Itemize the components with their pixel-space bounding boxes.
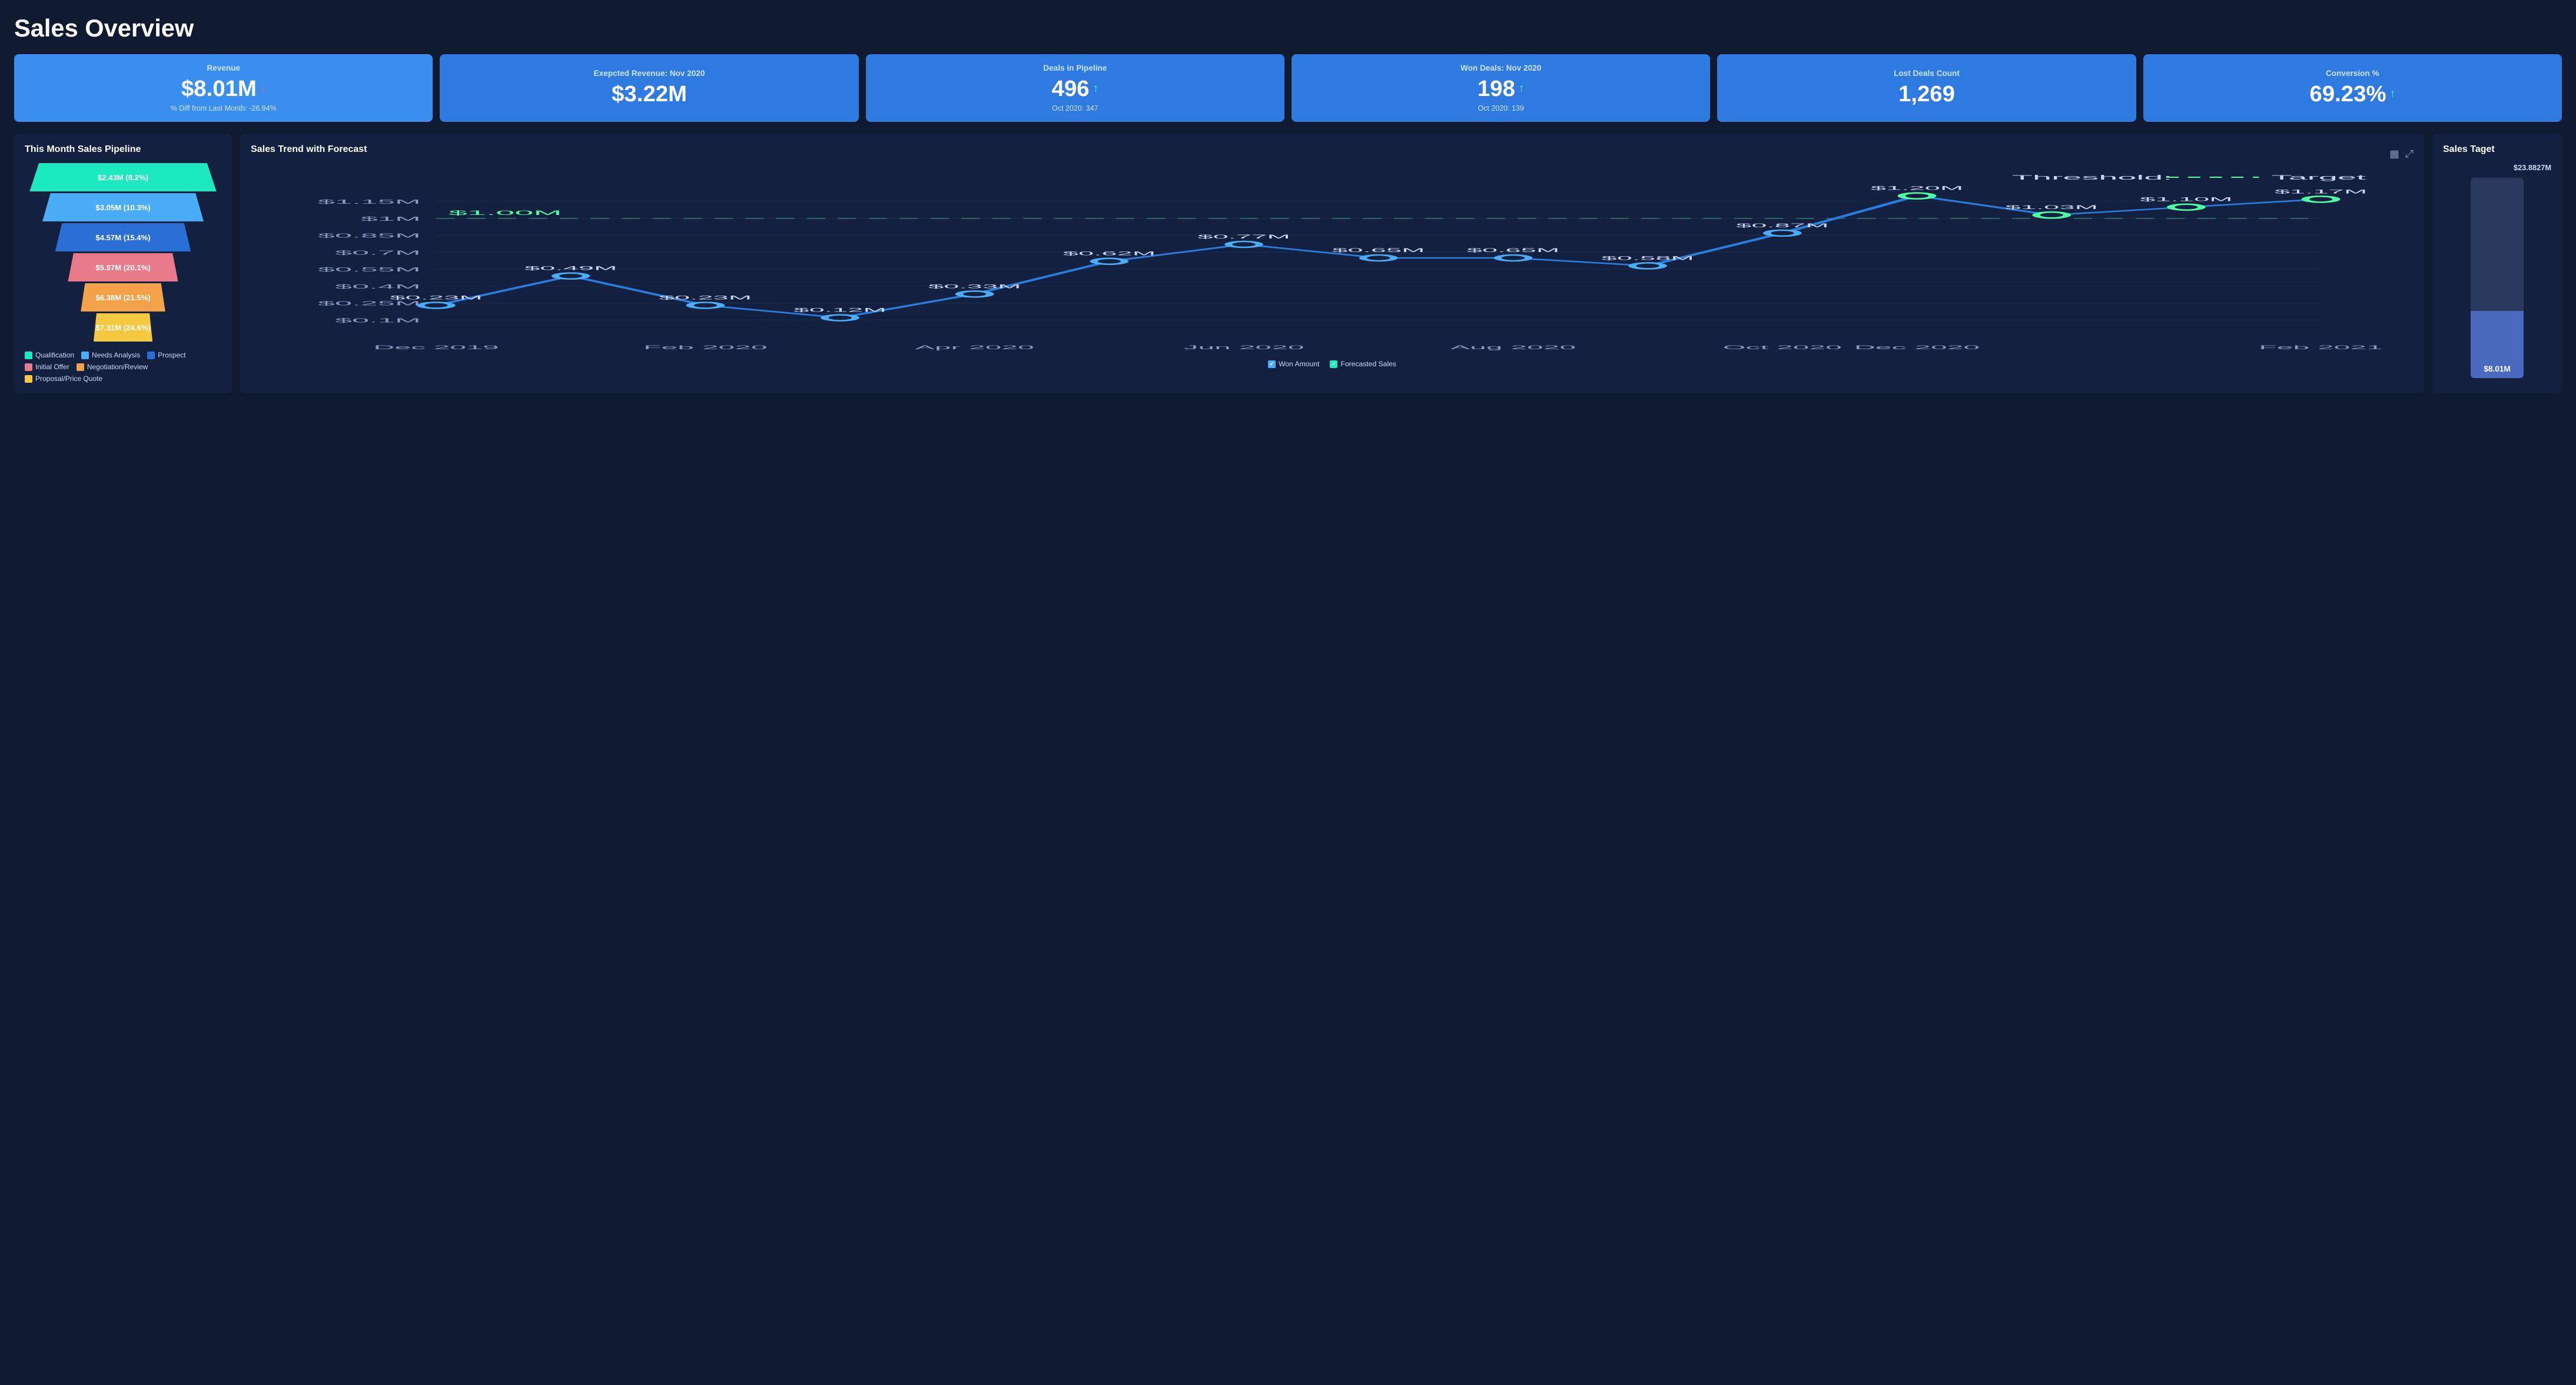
kpi-sub-won-deals: Oct 2020: 139: [1303, 104, 1698, 112]
svg-text:$0.23M: $0.23M: [390, 295, 483, 301]
bar-chart-icon[interactable]: ▦: [2389, 148, 2399, 160]
svg-text:$0.62M: $0.62M: [1063, 251, 1156, 257]
svg-text:Apr 2020: Apr 2020: [915, 344, 1034, 351]
main-row: This Month Sales Pipeline $2.43M (8.2%)$…: [14, 134, 2562, 393]
kpi-label-revenue: Revenue: [26, 64, 421, 72]
sales-target-panel: Sales Taget $23.8827M $8.01M: [2432, 134, 2562, 393]
trend-legend-item-0: ✓Won Amount: [1268, 360, 1319, 368]
arrow-up-icon-conversion: ↑: [2390, 88, 2396, 101]
svg-text:$0.77M: $0.77M: [1197, 234, 1290, 240]
trend-panel: Sales Trend with Forecast ▦ ⤢ $1.00M Thre…: [240, 134, 2424, 393]
kpi-card-won-deals: Won Deals: Nov 2020 198 ↑ Oct 2020: 139: [1292, 54, 1710, 122]
funnel-bar-4: $6.38M (21.5%): [81, 283, 165, 312]
funnel-panel-title: This Month Sales Pipeline: [25, 144, 221, 155]
funnel-bar-5: $7.31M (24.6%): [94, 313, 152, 342]
svg-text:$0.23M: $0.23M: [659, 295, 752, 301]
funnel-bar-0: $2.43M (8.2%): [29, 163, 216, 191]
svg-text:Threshold:: Threshold:: [2012, 174, 2173, 181]
trend-legend-item-1: ✓Forecasted Sales: [1330, 360, 1396, 368]
arrow-down-icon: ↓: [260, 82, 266, 95]
funnel-legend-item-3: Initial Offer: [25, 363, 69, 371]
sales-target-bar-bg: $8.01M: [2471, 178, 2524, 378]
kpi-label-won-deals: Won Deals: Nov 2020: [1303, 64, 1698, 72]
svg-text:Oct 2020: Oct 2020: [1723, 344, 1842, 351]
trend-chart-legend: ✓Won Amount ✓Forecasted Sales: [251, 360, 2414, 368]
svg-text:$1.00M: $1.00M: [449, 209, 562, 216]
kpi-card-deals-pipeline: Deals in Pipeline 496 ↑ Oct 2020: 347: [866, 54, 1284, 122]
kpi-value-lost-deals: 1,269: [1729, 81, 2124, 107]
funnel-legend-item-0: Qualification: [25, 351, 74, 359]
svg-text:$0.49M: $0.49M: [525, 266, 618, 271]
kpi-value-revenue: $8.01M ↓: [26, 76, 421, 102]
expand-icon[interactable]: ⤢: [2405, 148, 2414, 160]
kpi-value-won-deals: 198 ↑: [1303, 76, 1698, 102]
svg-text:$0.55M: $0.55M: [318, 266, 421, 273]
kpi-row: Revenue $8.01M ↓ % Diff from Last Month:…: [14, 54, 2562, 122]
svg-text:$0.65M: $0.65M: [1332, 247, 1425, 253]
trend-panel-header: Sales Trend with Forecast ▦ ⤢: [251, 144, 2414, 163]
svg-text:$0.7M: $0.7M: [335, 250, 421, 256]
funnel-chart: $2.43M (8.2%)$3.05M (10.3%)$4.57M (15.4%…: [25, 163, 221, 342]
kpi-sub-deals-pipeline: Oct 2020: 347: [878, 104, 1273, 112]
funnel-bar-1: $3.05M (10.3%): [42, 193, 204, 221]
kpi-card-conversion: Conversion % 69.23% ↑: [2143, 54, 2562, 122]
svg-text:Target: Target: [2272, 174, 2366, 181]
kpi-label-deals-pipeline: Deals in Pipeline: [878, 64, 1273, 72]
svg-text:$1.10M: $1.10M: [2140, 197, 2233, 203]
funnel-panel: This Month Sales Pipeline $2.43M (8.2%)$…: [14, 134, 232, 393]
funnel-bar-2: $4.57M (15.4%): [55, 223, 191, 251]
svg-text:$0.1M: $0.1M: [335, 317, 421, 324]
svg-text:$1.17M: $1.17M: [2275, 188, 2368, 194]
svg-text:Dec 2019: Dec 2019: [373, 344, 499, 351]
sales-target-amount: $23.8827M: [2443, 163, 2551, 172]
svg-text:Aug 2020: Aug 2020: [1450, 344, 1576, 351]
svg-text:Feb 2020: Feb 2020: [643, 344, 768, 351]
kpi-sub-revenue: % Diff from Last Month: -26.94%: [26, 104, 421, 112]
svg-text:$0.58M: $0.58M: [1601, 255, 1694, 261]
trend-chart-area: $1.00M Threshold: Target $0.1M $0.25M $0.4M $0…: [251, 167, 2414, 355]
svg-text:$1.03M: $1.03M: [2005, 204, 2098, 210]
kpi-label-expected-revenue: Exepcted Revenue: Nov 2020: [452, 69, 847, 78]
sales-target-bar-value: $8.01M: [2471, 365, 2524, 373]
sales-target-bar-container: $8.01M: [2443, 178, 2551, 378]
svg-text:$0.25M: $0.25M: [318, 300, 421, 307]
svg-text:$0.87M: $0.87M: [1736, 223, 1829, 228]
svg-text:$0.85M: $0.85M: [318, 233, 421, 239]
svg-text:$1.15M: $1.15M: [318, 198, 421, 205]
funnel-legend-item-4: Negotiation/Review: [77, 363, 148, 371]
svg-text:$0.12M: $0.12M: [794, 307, 887, 313]
funnel-legend: Qualification Needs Analysis Prospect Initi…: [25, 351, 221, 383]
trend-chart-svg: $1.00M Threshold: Target $0.1M $0.25M $0.4M $0…: [251, 167, 2414, 355]
arrow-up-icon-deals: ↑: [1093, 82, 1099, 95]
arrow-up-icon-won: ↑: [1519, 82, 1525, 95]
kpi-label-conversion: Conversion %: [2155, 69, 2550, 78]
svg-text:$0.65M: $0.65M: [1467, 247, 1560, 253]
svg-text:$1.20M: $1.20M: [1871, 185, 1964, 191]
kpi-card-revenue: Revenue $8.01M ↓ % Diff from Last Month:…: [14, 54, 433, 122]
trend-panel-title: Sales Trend with Forecast: [251, 144, 367, 155]
svg-text:$1M: $1M: [361, 216, 421, 222]
sales-target-bar-fill: $8.01M: [2471, 311, 2524, 378]
svg-text:Dec 2020: Dec 2020: [1854, 344, 1980, 351]
kpi-value-expected-revenue: $3.22M: [452, 81, 847, 107]
svg-text:$0.4M: $0.4M: [335, 283, 421, 290]
funnel-bar-3: $5.97M (20.1%): [68, 253, 178, 281]
sales-target-title: Sales Taget: [2443, 144, 2551, 155]
funnel-legend-item-5: Proposal/Price Quote: [25, 375, 102, 383]
funnel-legend-item-2: Prospect: [147, 351, 185, 359]
svg-text:$0.33M: $0.33M: [928, 283, 1021, 289]
kpi-label-lost-deals: Lost Deals Count: [1729, 69, 2124, 78]
kpi-value-deals-pipeline: 496 ↑: [878, 76, 1273, 102]
trend-icons: ▦ ⤢: [2389, 148, 2414, 160]
svg-text:Feb 2021: Feb 2021: [2259, 344, 2383, 351]
kpi-card-expected-revenue: Exepcted Revenue: Nov 2020 $3.22M: [440, 54, 858, 122]
svg-text:Jun 2020: Jun 2020: [1183, 344, 1304, 351]
funnel-legend-item-1: Needs Analysis: [81, 351, 140, 359]
page-title: Sales Overview: [14, 14, 2562, 42]
kpi-card-lost-deals: Lost Deals Count 1,269: [1717, 54, 2136, 122]
kpi-value-conversion: 69.23% ↑: [2155, 81, 2550, 107]
